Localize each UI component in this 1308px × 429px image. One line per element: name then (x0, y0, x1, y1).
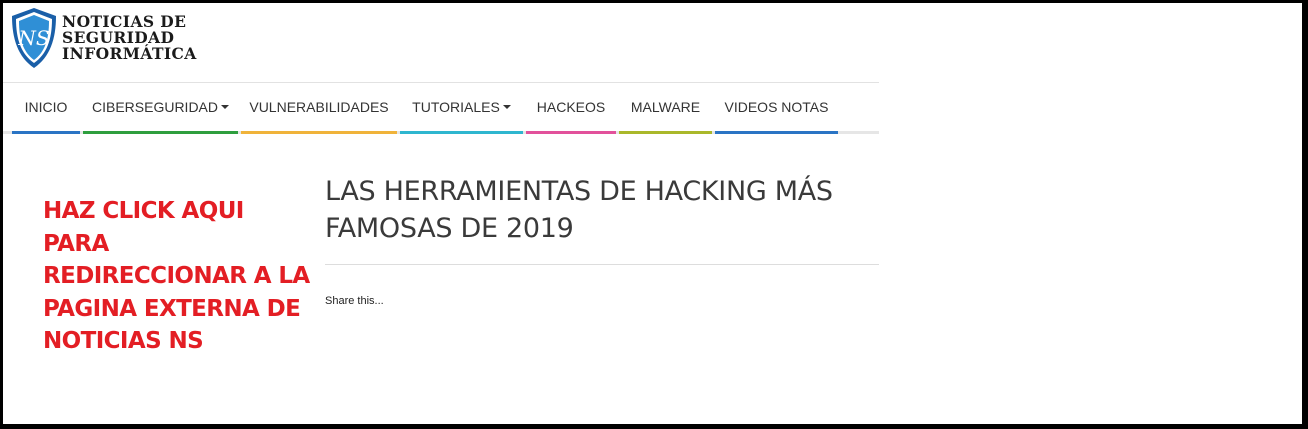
nav-color-bar (12, 131, 80, 134)
site-logo[interactable]: NS NOTICIAS DE SEGURIDAD INFORMÁTICA (10, 5, 197, 71)
shield-logo-icon: NS (12, 8, 56, 68)
nav-color-bar (619, 131, 712, 134)
nav-item-inicio[interactable]: INICIO (12, 83, 80, 134)
svg-text:NS: NS (17, 26, 49, 50)
nav-color-bar (241, 131, 397, 134)
site-name-line-3: INFORMÁTICA (62, 44, 197, 63)
nav-label: VIDEOS NOTAS (724, 99, 829, 115)
nav-label: HACKEOS (536, 99, 606, 115)
nav-item-videos-notas[interactable]: VIDEOS NOTAS (715, 83, 838, 134)
page-frame: NS NOTICIAS DE SEGURIDAD INFORMÁTICA INI… (3, 3, 1302, 424)
nav-color-bar (83, 131, 238, 134)
nav-label: MALWARE (630, 99, 701, 115)
site-name: NOTICIAS DE SEGURIDAD INFORMÁTICA (62, 14, 197, 62)
nav-item-tutoriales[interactable]: TUTORIALES (400, 83, 523, 134)
nav-color-bar (526, 131, 616, 134)
caret-down-icon (221, 105, 230, 109)
nav-item-malware[interactable]: MALWARE (619, 83, 712, 134)
title-divider (325, 264, 879, 265)
share-this-text: Share this... (325, 295, 384, 307)
nav-label: VULNERABILIDADES (249, 99, 389, 115)
external-redirect-link[interactable]: HAZ CLICK AQUI PARA REDIRECCIONAR A LA P… (43, 195, 313, 358)
nav-item-hackeos[interactable]: HACKEOS (526, 83, 616, 134)
nav-item-ciberseguridad[interactable]: CIBERSEGURIDAD (83, 83, 238, 134)
nav-label: CIBERSEGURIDAD (91, 99, 219, 115)
nav-item-vulnerabilidades[interactable]: VULNERABILIDADES (241, 83, 397, 134)
nav-label: TUTORIALES (412, 99, 500, 115)
nav-color-bar (400, 131, 523, 134)
caret-down-icon (502, 105, 511, 109)
nav-color-bar (715, 131, 838, 134)
article-title: LAS HERRAMIENTAS DE HACKING MÁS FAMOSAS … (325, 176, 833, 244)
main-nav: INICIO CIBERSEGURIDAD VULNERABILIDADES T… (3, 83, 879, 137)
nav-label: INICIO (24, 99, 68, 115)
